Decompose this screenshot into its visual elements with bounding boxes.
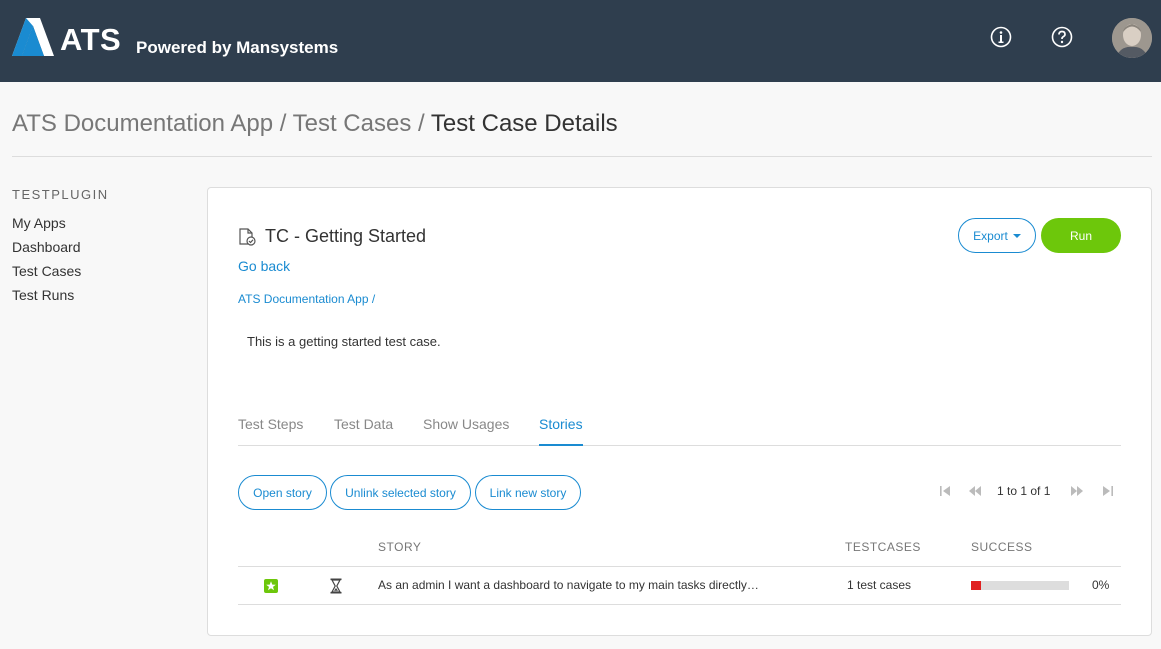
app-breadcrumb-link[interactable]: ATS Documentation App / — [238, 292, 375, 306]
test-case-icon — [239, 228, 256, 246]
test-case-description: This is a getting started test case. — [247, 334, 441, 349]
table-header-divider — [238, 566, 1121, 567]
ats-logo-icon — [12, 18, 54, 56]
breadcrumb: ATS Documentation App / Test Cases / Tes… — [12, 110, 618, 138]
breadcrumb-separator: / — [418, 110, 425, 137]
sidebar-item-test-cases[interactable]: Test Cases — [12, 263, 81, 279]
go-back-link[interactable]: Go back — [238, 258, 290, 274]
sidebar-item-test-runs[interactable]: Test Runs — [12, 287, 74, 303]
hourglass-icon[interactable] — [330, 578, 342, 594]
logo-text: ATS — [60, 22, 122, 57]
table-row-divider — [238, 604, 1121, 605]
open-story-button[interactable]: Open story — [238, 475, 327, 510]
breadcrumb-separator: / — [279, 110, 287, 137]
tab-stories[interactable]: Stories — [539, 416, 583, 446]
link-new-story-button[interactable]: Link new story — [475, 475, 581, 510]
user-avatar-icon — [1112, 18, 1152, 58]
column-header-story[interactable]: STORY — [378, 540, 421, 554]
tab-test-data[interactable]: Test Data — [334, 416, 393, 446]
breadcrumb-item-app[interactable]: ATS Documentation App — [12, 110, 273, 137]
first-page-icon[interactable] — [938, 484, 952, 498]
run-button[interactable]: Run — [1041, 218, 1121, 253]
test-case-title: TC - Getting Started — [265, 226, 427, 246]
star-icon[interactable] — [264, 579, 278, 593]
column-header-testcases[interactable]: TESTCASES — [845, 540, 921, 554]
last-page-icon[interactable] — [1101, 484, 1115, 498]
success-percent: 0% — [1092, 578, 1110, 592]
success-progress-bar — [971, 581, 1069, 590]
tab-show-usages[interactable]: Show Usages — [423, 416, 509, 446]
sidebar-item-dashboard[interactable]: Dashboard — [12, 239, 81, 255]
tab-bar: Test Steps Test Data Show Usages Stories — [238, 416, 1121, 446]
export-button-label: Export — [973, 228, 1008, 243]
avatar[interactable] — [1112, 18, 1152, 58]
logo-subtitle: Powered by Mansystems — [136, 38, 339, 57]
success-progress-fill — [971, 581, 981, 590]
help-icon[interactable] — [1051, 26, 1073, 48]
page-title: Test Case Details — [430, 110, 618, 137]
test-case-card: TC - Getting Started Go back ATS Documen… — [207, 187, 1152, 636]
export-button[interactable]: Export — [958, 218, 1036, 253]
sidebar-heading: TESTPLUGIN — [12, 187, 109, 202]
title-divider — [12, 156, 1152, 157]
testcases-cell: 1 test cases — [847, 578, 912, 592]
info-icon[interactable] — [990, 26, 1012, 48]
unlink-story-button[interactable]: Unlink selected story — [330, 475, 471, 510]
previous-page-icon[interactable] — [968, 484, 982, 498]
tab-test-steps[interactable]: Test Steps — [238, 416, 303, 446]
breadcrumb-item-test-cases[interactable]: Test Cases — [293, 110, 412, 137]
story-cell: As an admin I want a dashboard to naviga… — [378, 578, 759, 592]
next-page-icon[interactable] — [1070, 484, 1084, 498]
chevron-down-icon — [1012, 233, 1021, 238]
top-bar: ATS Powered by Mansystems — [0, 0, 1161, 82]
pager-range: 1 to 1 of 1 — [997, 484, 1051, 498]
sidebar-item-my-apps[interactable]: My Apps — [12, 215, 66, 231]
column-header-success[interactable]: SUCCESS — [971, 540, 1033, 554]
